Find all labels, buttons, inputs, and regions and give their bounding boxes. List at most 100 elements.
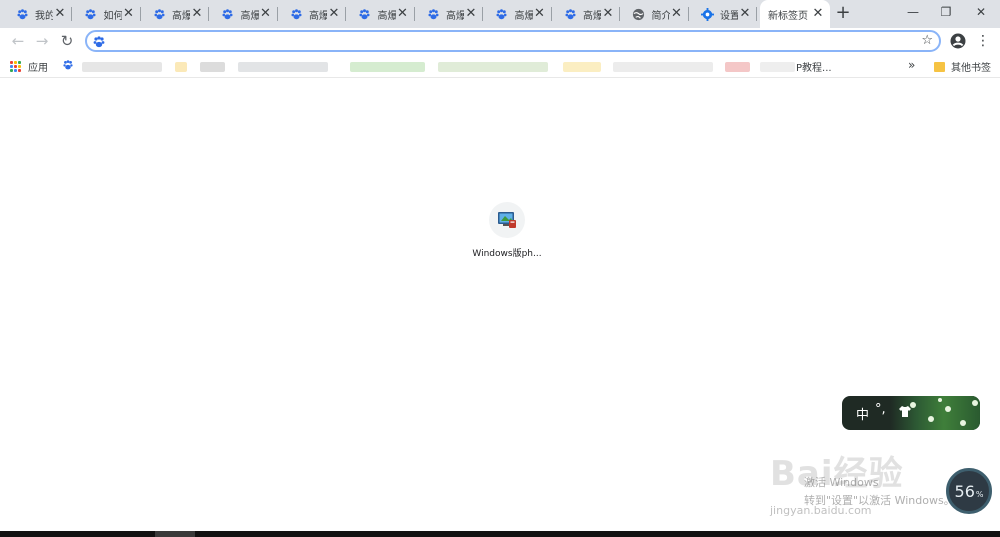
tab-strip: 我的 ✕ 如何 ✕ 高爆 ✕ 高爆 ✕ 高爆 ✕ 高爆 ✕ 高爆 ✕ 高爆 ✕ 高爆 ✕ 简介 ✕ 设置 ✕ 新标签页 ✕… — [0, 0, 1000, 28]
tab-separator — [71, 7, 72, 21]
apps-grid-icon — [10, 60, 22, 73]
windows-app-icon — [498, 212, 516, 228]
tab-separator — [687, 7, 689, 21]
reload-button[interactable]: ↻ — [57, 31, 77, 51]
tab-separator — [139, 7, 141, 21]
browser-toolbar: ← → ↻ ☆ ⋮ — [0, 28, 1000, 54]
tab-title: 我的 — [35, 10, 53, 22]
tab-title: 高爆 — [514, 10, 533, 22]
window-close-button[interactable]: ✕ — [966, 2, 996, 22]
other-bookmarks[interactable]: 其他书签 — [934, 59, 991, 74]
tab-9[interactable]: 简介 ✕ — [623, 2, 689, 26]
shortcut-label: Windows版ph... — [472, 249, 542, 259]
tab-separator — [413, 7, 415, 21]
blurred-bookmark[interactable] — [350, 62, 425, 72]
blurred-bookmark[interactable] — [725, 62, 750, 72]
ime-punct-toggle[interactable]: °, — [875, 402, 886, 417]
close-icon[interactable]: ✕ — [53, 7, 67, 21]
baidu-paw-icon — [563, 7, 577, 21]
tab-6[interactable]: 高爆 ✕ — [417, 2, 483, 26]
blurred-bookmark[interactable] — [613, 62, 713, 72]
memory-usage-ball[interactable]: 56% — [946, 468, 992, 514]
blurred-bookmark[interactable] — [82, 62, 162, 72]
tab-separator — [345, 7, 346, 21]
close-icon[interactable]: ✕ — [670, 7, 684, 21]
tab-separator — [482, 7, 483, 21]
tab-0[interactable]: 我的 ✕ — [6, 2, 72, 26]
baidu-paw-icon — [495, 7, 509, 21]
back-button[interactable]: ← — [8, 31, 28, 51]
bookmark-star-icon[interactable]: ☆ — [921, 32, 933, 50]
close-icon[interactable]: ✕ — [396, 7, 410, 21]
blurred-bookmark[interactable] — [200, 62, 225, 72]
tab-4[interactable]: 高爆 ✕ — [280, 2, 346, 26]
close-icon[interactable]: ✕ — [601, 7, 615, 21]
baidu-paw-icon — [152, 7, 166, 21]
address-bar[interactable]: ☆ — [85, 30, 941, 52]
tab-title: 高爆 — [446, 10, 464, 22]
blurred-bookmark[interactable] — [563, 62, 601, 72]
globe-icon — [632, 7, 646, 21]
tab-8[interactable]: 高爆 ✕ — [554, 2, 620, 26]
new-tab-button[interactable]: + — [833, 4, 853, 24]
blurred-bookmark[interactable] — [438, 62, 548, 72]
apps-label: 应用 — [28, 63, 48, 74]
profile-avatar-icon[interactable] — [948, 31, 968, 51]
taskbar — [0, 531, 1000, 537]
tab-title: 高爆 — [240, 10, 259, 22]
shortcut-icon-circle — [489, 202, 525, 238]
gear-icon — [700, 7, 714, 21]
blurred-bookmark[interactable] — [175, 62, 187, 72]
tab-separator — [276, 7, 278, 21]
tab-1[interactable]: 如何 ✕ — [75, 2, 141, 26]
tab-3[interactable]: 高爆 ✕ — [212, 2, 278, 26]
tab-separator — [208, 7, 209, 21]
usage-value: 56 — [954, 481, 975, 501]
ime-mode-toggle[interactable]: 中 — [856, 404, 869, 423]
baidu-paw-icon — [358, 7, 372, 21]
close-icon[interactable]: ✕ — [811, 7, 825, 21]
other-bookmarks-label: 其他书签 — [951, 63, 991, 74]
tab-title: 设置 — [720, 10, 738, 22]
close-icon[interactable]: ✕ — [464, 7, 478, 21]
tab-5[interactable]: 高爆 ✕ — [349, 2, 415, 26]
tab-new-tab-page[interactable]: 新标签页 ✕ — [760, 0, 830, 28]
forward-button[interactable]: → — [32, 31, 52, 51]
close-icon[interactable]: ✕ — [190, 7, 204, 21]
tab-separator — [619, 7, 620, 21]
close-icon[interactable]: ✕ — [122, 7, 136, 21]
bookmarks-bar: 应用 P教程... » 其他书签 — [0, 54, 1000, 78]
tab-10[interactable]: 设置 ✕ — [691, 2, 757, 26]
minimize-button[interactable]: — — [898, 2, 928, 22]
new-tab-page: Windows版ph... — [0, 79, 1000, 531]
bookmark-item-label[interactable]: P教程... — [796, 59, 832, 74]
more-bookmarks-button[interactable]: » — [908, 58, 915, 72]
close-icon[interactable]: ✕ — [259, 7, 273, 21]
baidu-paw-icon — [289, 7, 303, 21]
restore-button[interactable]: ❐ — [931, 2, 961, 22]
skin-shirt-icon[interactable] — [899, 405, 911, 418]
tab-title: 高爆 — [309, 10, 327, 22]
usage-unit: % — [975, 490, 984, 499]
blurred-bookmark[interactable] — [238, 62, 328, 72]
tab-title: 高爆 — [583, 10, 601, 22]
tab-2[interactable]: 高爆 ✕ — [143, 2, 209, 26]
tab-title: 如何 — [103, 10, 122, 22]
close-icon[interactable]: ✕ — [327, 7, 341, 21]
baidu-paw-icon — [426, 7, 440, 21]
close-icon[interactable]: ✕ — [533, 7, 547, 21]
tab-title: 新标签页 — [768, 10, 808, 22]
ime-toolbar[interactable]: 中 °, — [842, 396, 980, 430]
taskbar-active-item[interactable] — [155, 531, 195, 537]
shortcut-tile[interactable]: Windows版ph... — [467, 202, 547, 259]
tab-separator — [756, 7, 757, 21]
baidu-paw-icon — [92, 34, 106, 48]
tab-7[interactable]: 高爆 ✕ — [486, 2, 552, 26]
baidu-paw-icon — [15, 7, 29, 21]
apps-shortcut[interactable]: 应用 — [10, 59, 48, 74]
address-input[interactable] — [111, 33, 901, 49]
baidu-paw-icon — [221, 7, 235, 21]
close-icon[interactable]: ✕ — [738, 7, 752, 21]
menu-button[interactable]: ⋮ — [973, 31, 993, 51]
blurred-bookmark[interactable] — [760, 62, 795, 72]
